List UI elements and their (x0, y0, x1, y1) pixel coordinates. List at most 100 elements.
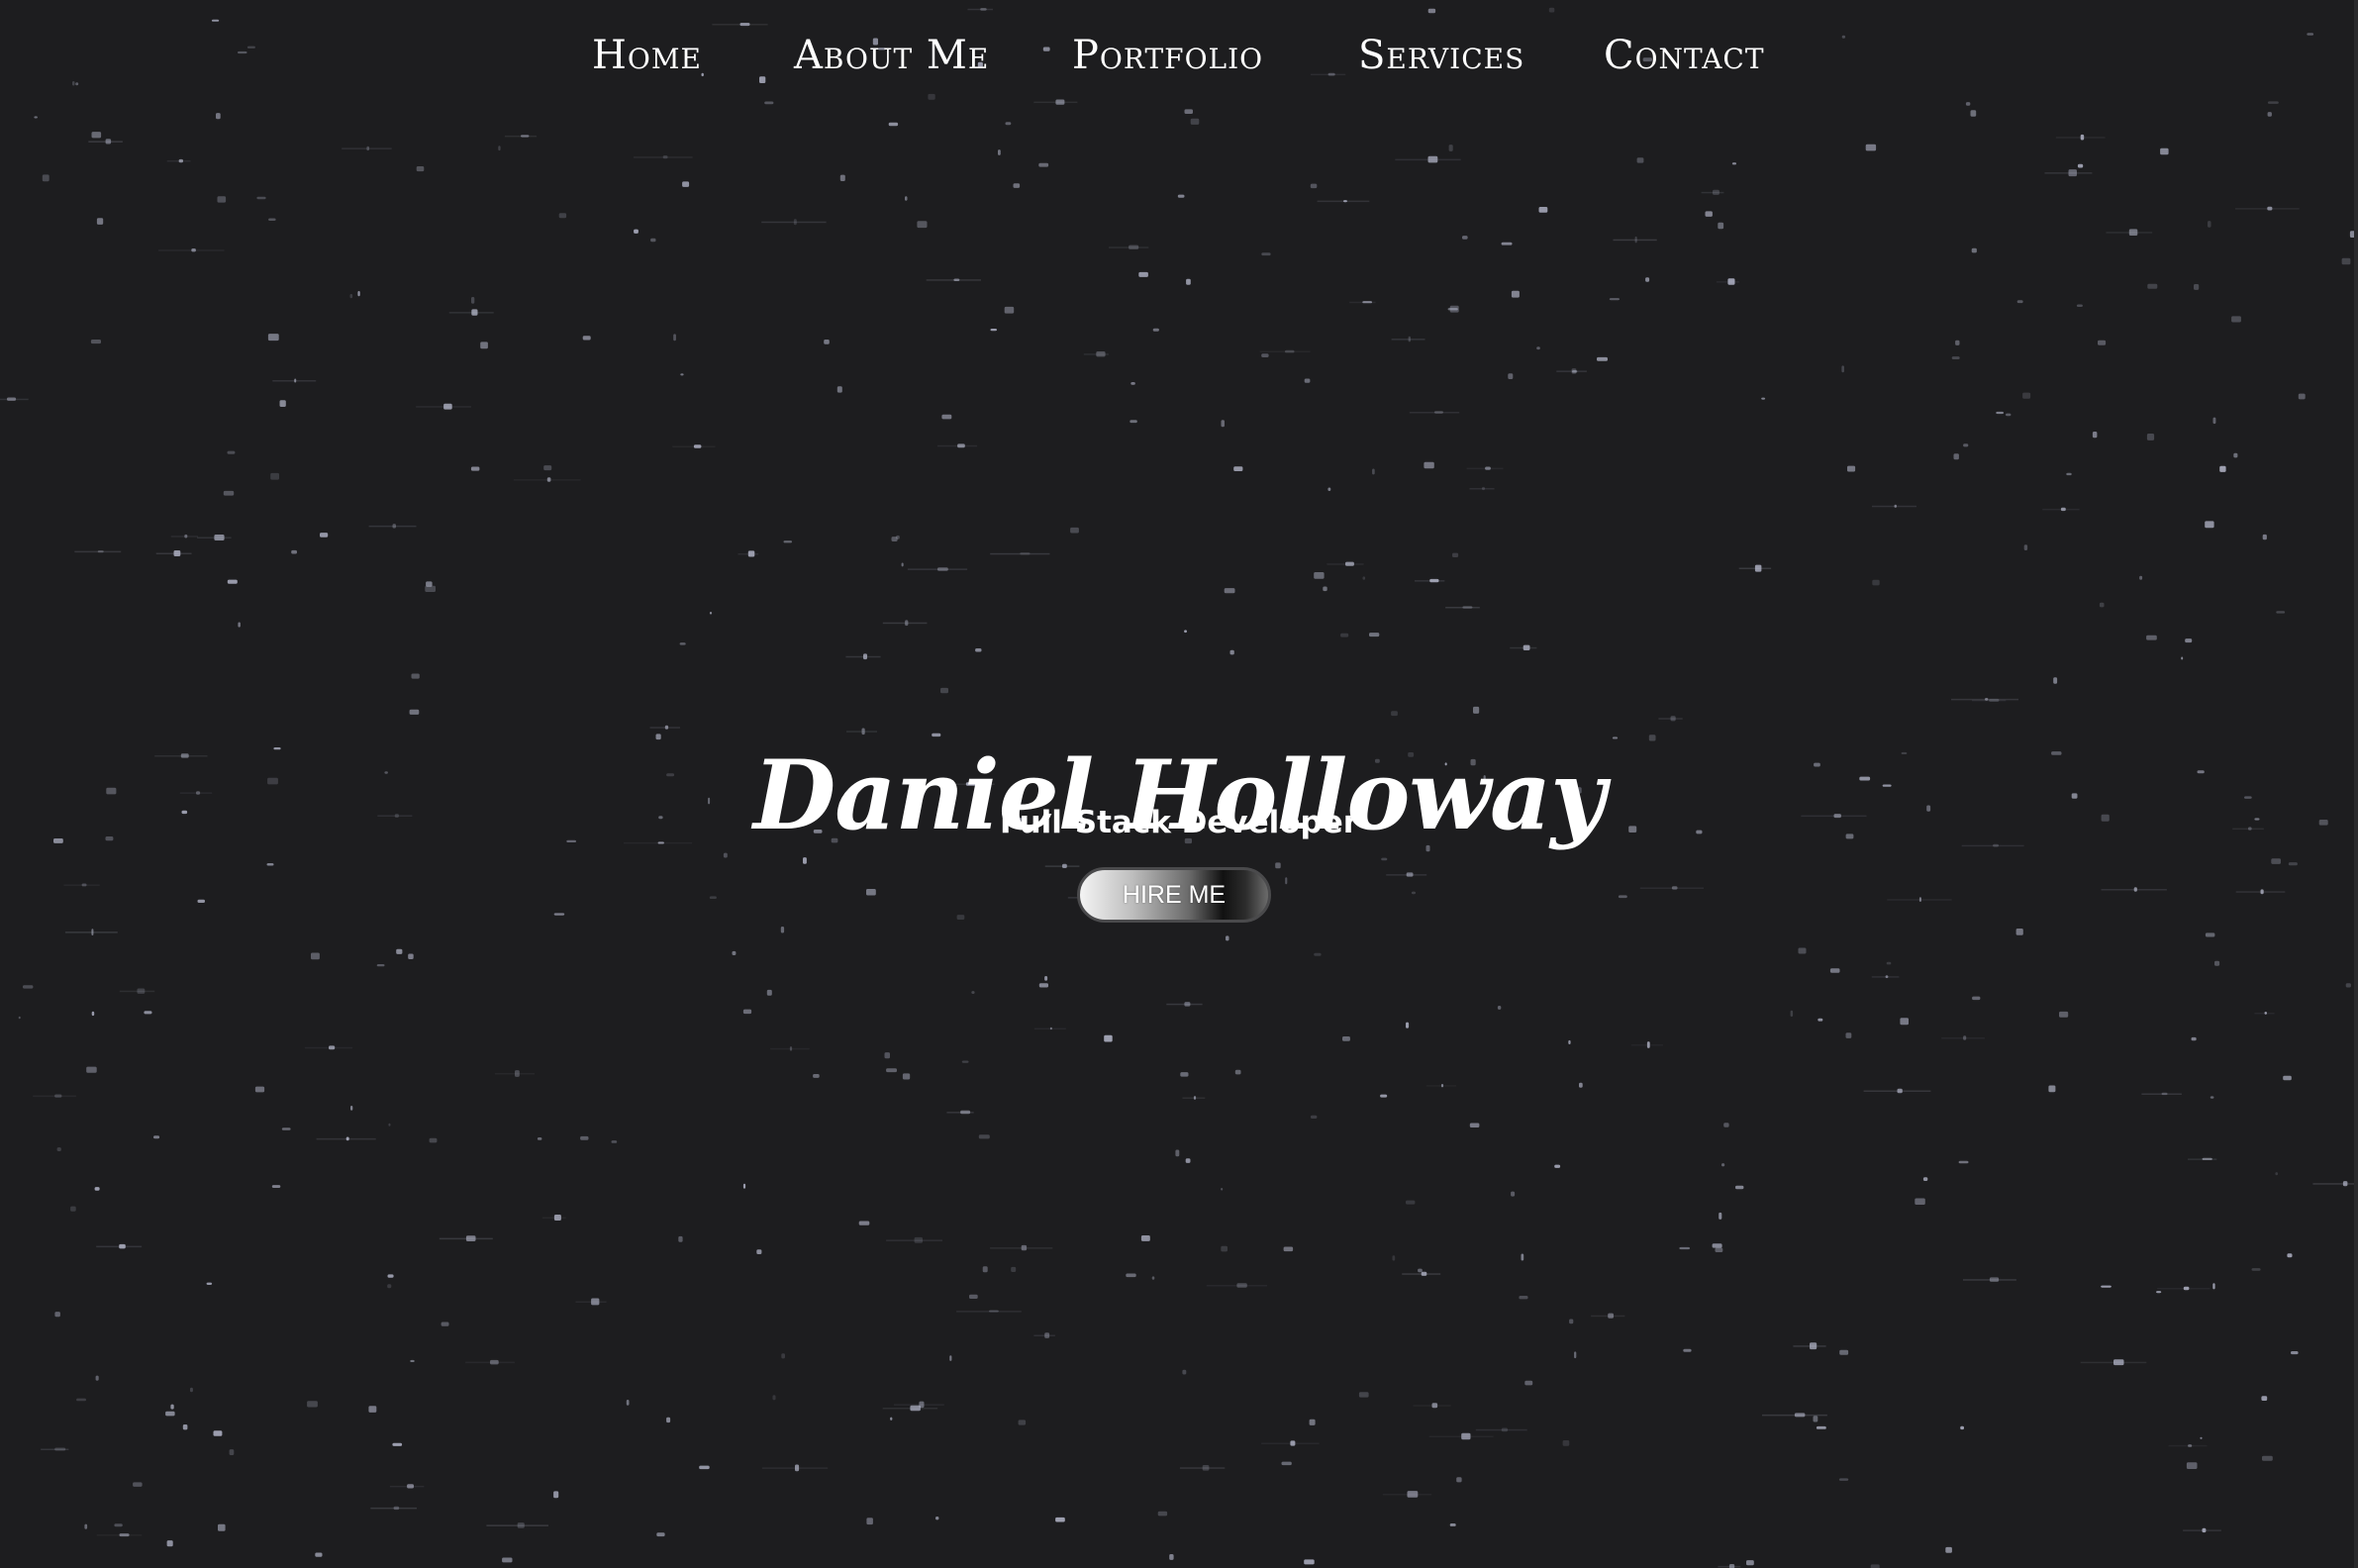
star (270, 472, 279, 480)
star-streak (2042, 508, 2080, 511)
star (1418, 1268, 1423, 1273)
star (1705, 211, 1713, 217)
star (1190, 118, 1200, 125)
star (766, 989, 772, 996)
star-streak (649, 727, 680, 729)
star (1372, 468, 1375, 475)
star (429, 1137, 438, 1143)
star (611, 1140, 618, 1143)
star-streak (1428, 1435, 1494, 1437)
star (902, 1073, 911, 1080)
nav-link-home[interactable]: Home (592, 30, 702, 81)
star-streak (74, 550, 122, 553)
star (217, 196, 227, 203)
star (978, 1134, 990, 1139)
star (1169, 1554, 1174, 1560)
star (673, 334, 676, 342)
star (1151, 1276, 1155, 1280)
star (1234, 1069, 1241, 1075)
star (357, 291, 360, 297)
star (1731, 162, 1736, 165)
star (709, 896, 717, 899)
star-streak (2254, 1013, 2275, 1015)
star-streak (1166, 1003, 1203, 1006)
star (1798, 947, 1807, 954)
scrollbar[interactable] (2354, 0, 2358, 1568)
star (553, 1491, 559, 1499)
star (772, 1395, 776, 1401)
star-streak (1083, 353, 1109, 355)
star (1536, 346, 1540, 350)
star (114, 1523, 123, 1527)
star-streak (2080, 1361, 2147, 1364)
nav-link-about-me[interactable]: About Me (794, 30, 989, 81)
star (376, 964, 385, 967)
star (1723, 1123, 1729, 1127)
star-streak (1639, 887, 1704, 889)
star (1310, 1115, 1318, 1119)
star (990, 329, 997, 332)
star (1327, 487, 1331, 491)
star-streak (1863, 1090, 1931, 1092)
star-streak (1033, 1028, 1066, 1029)
star (650, 238, 656, 243)
star-streak (1613, 239, 1657, 242)
star-streak (1793, 1345, 1826, 1347)
star (1718, 222, 1724, 230)
star (254, 1086, 265, 1093)
star-streak (342, 147, 392, 149)
star (1424, 461, 1434, 469)
star (229, 1449, 235, 1455)
star-streak (197, 537, 232, 539)
star (1152, 328, 1159, 332)
star-streak (1044, 865, 1080, 867)
star (2101, 1285, 2112, 1288)
star (350, 1106, 353, 1111)
star (543, 465, 552, 471)
star (1340, 633, 1349, 637)
star-streak (575, 1301, 607, 1303)
hire-me-button[interactable]: HIRE ME (1077, 867, 1271, 923)
star (1221, 420, 1225, 428)
star (1645, 277, 1650, 282)
star-streak (41, 1448, 69, 1450)
star (1186, 278, 1191, 285)
star-streak (1109, 246, 1149, 248)
star (1683, 1348, 1692, 1352)
star (1070, 527, 1079, 534)
star (858, 1221, 870, 1225)
star-streak (166, 160, 191, 162)
star (2275, 1172, 2279, 1176)
star (1501, 242, 1513, 245)
star (666, 1417, 671, 1423)
star-streak (1317, 200, 1370, 203)
star (2251, 1268, 2261, 1271)
star-streak (1872, 505, 1916, 508)
star-streak (1466, 467, 1504, 470)
star (2287, 1253, 2293, 1258)
star (1679, 1246, 1690, 1250)
star (84, 1523, 88, 1529)
star-streak (1415, 580, 1445, 582)
star (783, 540, 792, 543)
nav-link-portfolio[interactable]: Portfolio (1072, 30, 1263, 81)
star (1922, 1177, 1928, 1181)
star-streak (770, 1047, 810, 1050)
star-streak (96, 1245, 143, 1248)
star (1126, 1273, 1136, 1278)
star (1945, 1546, 1952, 1553)
star (1406, 1200, 1416, 1205)
star-streak (2235, 208, 2300, 210)
star (392, 1442, 403, 1446)
nav-link-services[interactable]: Services (1358, 30, 1524, 81)
star (866, 1518, 873, 1525)
star (2233, 452, 2238, 458)
nav-link-contact[interactable]: Contact (1604, 30, 1765, 81)
star-streak (946, 1112, 974, 1114)
star-streak (2312, 1183, 2358, 1185)
star (1456, 1477, 1462, 1483)
star (23, 985, 34, 989)
star-streak (96, 1534, 143, 1536)
star-streak (2055, 137, 2106, 139)
star (824, 340, 830, 344)
